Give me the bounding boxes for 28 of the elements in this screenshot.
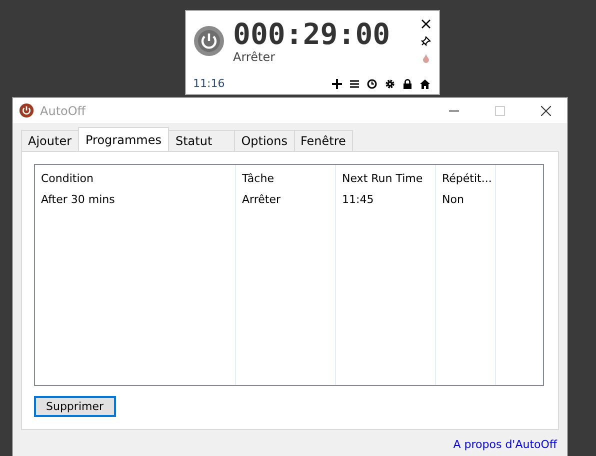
lock-icon[interactable] <box>403 78 412 88</box>
power-icon[interactable] <box>193 25 225 57</box>
plus-icon[interactable] <box>332 78 342 88</box>
tab[interactable]: Fenêtre <box>294 130 353 151</box>
settings-icon[interactable] <box>385 78 395 88</box>
table-cell-text: 11:45 <box>341 192 375 207</box>
table-cell-text: Arrêter <box>241 192 282 207</box>
column-header[interactable]: Répétit... <box>436 165 496 186</box>
column-header[interactable]: Tâche <box>236 165 336 186</box>
power-icon <box>19 103 34 118</box>
tab[interactable]: Programmes <box>78 127 170 151</box>
window-title: AutoOff <box>40 104 86 118</box>
task-label: Arrêter <box>233 50 276 64</box>
home-icon[interactable] <box>420 78 430 88</box>
delete-button[interactable]: Supprimer <box>34 396 116 417</box>
clock-icon[interactable] <box>367 78 377 88</box>
column-header[interactable]: Next Run Time <box>336 165 436 186</box>
tab[interactable]: Ajouter <box>21 130 79 151</box>
list-icon[interactable] <box>350 78 359 88</box>
table-cell-text: After 30 mins <box>40 192 116 207</box>
column-header[interactable]: Condition <box>35 165 236 186</box>
close-icon[interactable] <box>541 106 551 116</box>
countdown-time: 000:29:00 <box>233 17 392 51</box>
table-cell-text: Non <box>441 192 465 207</box>
pin-icon[interactable] <box>421 36 431 46</box>
about-link[interactable]: A propos d'AutoOff <box>453 438 557 451</box>
close-icon[interactable] <box>421 19 431 29</box>
clock-time: 11:16 <box>193 77 225 90</box>
